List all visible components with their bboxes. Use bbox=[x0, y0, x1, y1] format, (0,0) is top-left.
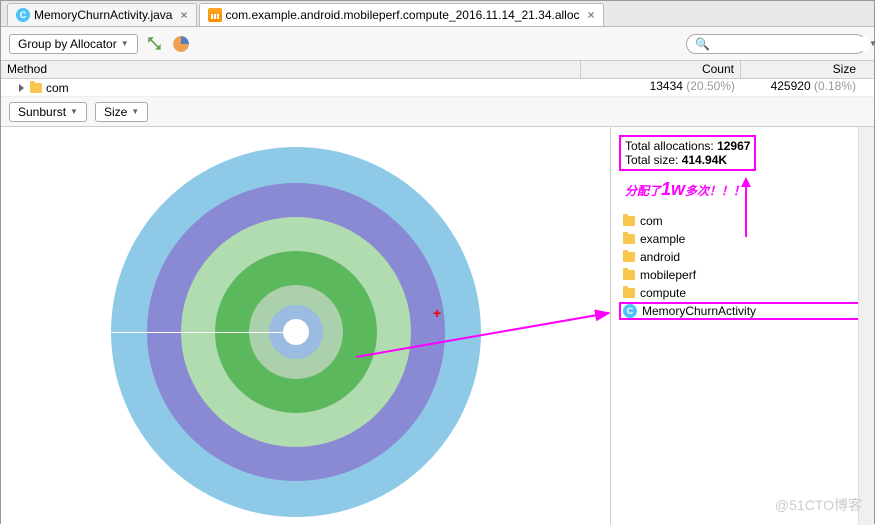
tree-item-compute[interactable]: compute bbox=[619, 284, 866, 302]
chart-type-dropdown[interactable]: Sunburst▼ bbox=[9, 102, 87, 122]
chevron-down-icon[interactable]: ▼ bbox=[869, 39, 875, 48]
editor-tabs: C MemoryChurnActivity.java × com.example… bbox=[1, 1, 874, 27]
expand-icon[interactable] bbox=[19, 84, 24, 92]
chevron-down-icon: ▼ bbox=[70, 107, 78, 116]
package-icon bbox=[30, 83, 42, 93]
jump-to-source-icon[interactable] bbox=[146, 35, 164, 53]
annotation-text: 分配了1w多次！！！ bbox=[625, 179, 866, 200]
tree-item-android[interactable]: android bbox=[619, 248, 866, 266]
class-icon: C bbox=[623, 304, 637, 318]
search-icon: 🔍 bbox=[695, 37, 710, 51]
chart-pane[interactable]: + bbox=[1, 127, 611, 525]
tab-label: MemoryChurnActivity.java bbox=[34, 8, 172, 22]
table-row[interactable]: com 13434 (20.50%) 425920 (0.18%) bbox=[1, 79, 874, 97]
main-area: + Total allocations: 12967 Total size: 4… bbox=[1, 127, 874, 525]
package-icon bbox=[623, 216, 635, 226]
close-icon[interactable]: × bbox=[180, 8, 187, 22]
allocation-icon bbox=[208, 8, 222, 22]
search-input[interactable] bbox=[714, 37, 869, 51]
chart-toolbar: Sunburst▼ Size▼ bbox=[1, 97, 874, 127]
tree-item-mobileperf[interactable]: mobileperf bbox=[619, 266, 866, 284]
column-count[interactable]: Count bbox=[581, 61, 741, 78]
watermark: @51CTO博客 bbox=[775, 495, 862, 515]
metric-dropdown[interactable]: Size▼ bbox=[95, 102, 148, 122]
sunburst-chart[interactable] bbox=[111, 147, 481, 517]
scrollbar[interactable] bbox=[858, 127, 874, 525]
pie-chart-icon[interactable] bbox=[172, 35, 190, 53]
table-header: Method Count Size bbox=[1, 61, 874, 79]
close-icon[interactable]: × bbox=[588, 8, 595, 22]
column-method[interactable]: Method bbox=[1, 61, 581, 78]
package-icon bbox=[623, 270, 635, 280]
column-size[interactable]: Size bbox=[741, 61, 874, 78]
tree-item-activity[interactable]: CMemoryChurnActivity bbox=[619, 302, 866, 320]
tab-alloc-file[interactable]: com.example.android.mobileperf.compute_2… bbox=[199, 3, 604, 26]
search-box[interactable]: 🔍 ▼ bbox=[686, 34, 866, 54]
chevron-down-icon: ▼ bbox=[131, 107, 139, 116]
tab-label: com.example.android.mobileperf.compute_2… bbox=[226, 8, 580, 22]
tab-java-file[interactable]: C MemoryChurnActivity.java × bbox=[7, 3, 197, 26]
stats-box: Total allocations: 12967 Total size: 414… bbox=[619, 135, 756, 171]
main-toolbar: Group by Allocator▼ 🔍 ▼ bbox=[1, 27, 874, 61]
package-icon bbox=[623, 252, 635, 262]
chevron-down-icon: ▼ bbox=[121, 39, 129, 48]
package-icon bbox=[623, 234, 635, 244]
class-icon: C bbox=[16, 8, 30, 22]
package-icon bbox=[623, 288, 635, 298]
tree-item-example[interactable]: example bbox=[619, 230, 866, 248]
crosshair-icon: + bbox=[433, 305, 441, 321]
tree-item-com[interactable]: com bbox=[619, 212, 866, 230]
group-by-dropdown[interactable]: Group by Allocator▼ bbox=[9, 34, 138, 54]
chart-divider bbox=[111, 332, 296, 333]
details-pane: Total allocations: 12967 Total size: 414… bbox=[611, 127, 874, 525]
